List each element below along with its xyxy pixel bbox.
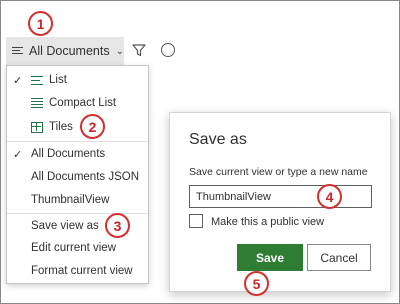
menu-item-list[interactable]: ✓ List [7,69,148,91]
menu-item-label: Format current view [31,265,133,277]
menu-item-label: Edit current view [31,242,117,254]
view-switcher-button[interactable]: All Documents ⌄ [6,37,124,65]
menu-item-label: Compact List [49,97,117,109]
view-options-menu: ✓ List Compact List Tiles ✓ All Document… [6,65,149,284]
check-icon: ✓ [13,148,23,161]
list-icon [31,75,43,86]
callout-2: 2 [80,114,105,139]
view-name-label: Save current view or type a new name [189,166,368,178]
cancel-button[interactable]: Cancel [307,244,371,271]
menu-item-edit-current-view[interactable]: Edit current view [7,237,148,259]
view-lines-icon [12,46,24,56]
compact-list-icon [31,97,43,109]
tiles-icon [31,121,43,133]
menu-item-label: ThumbnailView [31,194,110,206]
menu-item-compact-list[interactable]: Compact List [7,92,148,114]
chevron-down-icon: ⌄ [115,45,124,57]
callout-3: 3 [105,213,130,238]
callout-5: 5 [244,271,269,296]
public-view-label: Make this a public view [211,216,325,228]
view-switcher-label: All Documents [29,44,110,58]
callout-4: 4 [317,184,342,209]
menu-item-label: List [49,74,67,86]
save-as-dialog: Save as Save current view or type a new … [169,112,391,292]
menu-item-all-documents[interactable]: ✓ All Documents [7,143,148,165]
filter-icon[interactable] [132,43,146,57]
check-icon: ✓ [13,74,23,87]
dialog-title: Save as [189,131,247,148]
menu-item-all-documents-json[interactable]: All Documents JSON [7,166,148,188]
screenshot-frame: All Documents ⌄ ✓ List Compact List Tile… [0,0,400,304]
menu-item-label: Save view as [31,220,99,232]
menu-item-format-current-view[interactable]: Format current view [7,260,148,282]
menu-divider [7,213,148,214]
menu-item-label: All Documents JSON [31,171,140,183]
callout-1: 1 [28,11,53,36]
menu-item-tiles[interactable]: Tiles [7,116,148,138]
view-name-input[interactable] [189,185,372,208]
menu-item-label: Tiles [49,121,73,133]
save-button[interactable]: Save [237,244,303,271]
menu-divider [7,141,148,142]
info-icon[interactable] [161,43,175,57]
menu-item-thumbnailview[interactable]: ThumbnailView [7,189,148,211]
public-view-checkbox[interactable] [189,214,203,228]
menu-item-label: All Documents [31,148,106,160]
